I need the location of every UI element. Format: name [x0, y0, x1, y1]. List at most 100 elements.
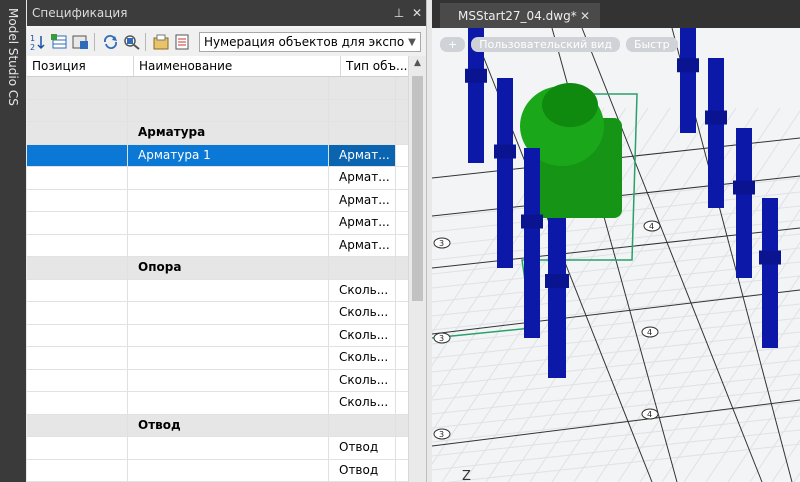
sort-icon[interactable]: 12	[29, 33, 48, 52]
group-row[interactable]: Арматура	[27, 122, 426, 145]
column-header-position[interactable]: Позиция	[27, 56, 134, 76]
column-header-name[interactable]: Наименование	[134, 56, 341, 76]
close-icon[interactable]: ✕	[408, 6, 426, 20]
support-column	[708, 58, 724, 208]
grid-axis-line	[432, 289, 800, 335]
cell-type: Армат...	[329, 234, 396, 256]
panel-titlebar: Спецификация ⊥ ✕	[27, 0, 426, 26]
cell-name	[128, 324, 329, 346]
specification-panel: Спецификация ⊥ ✕ 12 Нумерация объектов д…	[27, 0, 427, 482]
cell-type: Сколь...	[329, 279, 396, 301]
table-row[interactable]: Сколь...	[27, 279, 426, 302]
group-row[interactable]: Опора	[27, 257, 426, 280]
settings-table-icon[interactable]	[173, 33, 192, 51]
axis-node-label: 4	[647, 410, 652, 419]
numbering-mode-select[interactable]: Нумерация объектов для экспор ▼	[199, 32, 421, 52]
panel-toolbar: 12 Нумерация объектов для экспор ▼	[27, 28, 426, 56]
table-scrollbar[interactable]: ▲	[408, 56, 426, 482]
table-row[interactable]: Арматура 1 Армат...	[27, 144, 426, 167]
column-bracket	[705, 110, 727, 125]
table-row[interactable]: Сколь...	[27, 392, 426, 415]
cell-type: Армат...	[329, 212, 396, 234]
cell-position	[27, 324, 128, 346]
cell-position	[27, 369, 128, 391]
model-studio-side-tab[interactable]: Model Studio CS	[0, 0, 26, 482]
refresh-icon[interactable]	[101, 33, 120, 51]
toolbar-separator	[94, 33, 95, 51]
model-scene[interactable]: 4 4 4 3 3 3 Z + Пользовательский вид Быстр	[432, 28, 800, 482]
column-header-type[interactable]: Тип объ...	[341, 56, 414, 76]
scroll-up-icon[interactable]: ▲	[409, 58, 426, 68]
cell-type: Армат...	[329, 189, 396, 211]
document-tabbar: MSStart27_04.dwg* ✕	[432, 0, 800, 28]
table-numbering-icon[interactable]	[50, 33, 69, 51]
cell-name	[128, 99, 329, 121]
drawing-viewport: MSStart27_04.dwg* ✕ 4 4 4 3 3 3 Z + Пользовате…	[432, 0, 800, 482]
export-table-icon[interactable]	[71, 33, 90, 51]
cell-name	[128, 212, 329, 234]
grid-line	[661, 274, 800, 482]
support-column	[762, 198, 778, 348]
cell-name	[128, 459, 329, 481]
table-header: Позиция Наименование Тип объ...	[27, 56, 426, 77]
cell-type: Сколь...	[329, 347, 396, 369]
cell-type: Отвод	[329, 437, 396, 459]
table-row[interactable]: Армат...	[27, 234, 426, 257]
visual-style-button[interactable]: Быстр	[625, 37, 678, 52]
table-row[interactable]: Сколь...	[27, 324, 426, 347]
properties-icon[interactable]	[152, 33, 171, 51]
specification-table: Позиция Наименование Тип объ... Арматура…	[27, 56, 426, 482]
axis-node-label: 4	[649, 222, 654, 231]
cell-position	[27, 144, 128, 166]
table-row[interactable]: Отвод	[27, 437, 426, 460]
cell-name	[128, 437, 329, 459]
column-bracket	[545, 274, 569, 288]
table-row[interactable]	[27, 99, 426, 122]
cell-name	[128, 347, 329, 369]
support-column	[548, 218, 566, 378]
scrollbar-thumb[interactable]	[412, 76, 423, 301]
group-row[interactable]: Отвод	[27, 414, 426, 437]
svg-text:1: 1	[30, 34, 35, 43]
zoom-object-icon[interactable]	[122, 33, 141, 51]
table-row[interactable]: Сколь...	[27, 302, 426, 325]
axis-node-label: 4	[647, 328, 652, 337]
close-icon[interactable]: ✕	[580, 9, 590, 23]
cell-position	[27, 414, 128, 436]
column-bracket	[733, 180, 755, 195]
table-row[interactable]	[27, 77, 426, 100]
model-3d-view[interactable]: 4 4 4 3 3 3 Z	[432, 28, 800, 482]
cell-position	[27, 302, 128, 324]
axis-node-label: 3	[439, 239, 444, 248]
pin-icon[interactable]: ⊥	[390, 6, 408, 20]
cell-position	[27, 99, 128, 121]
cell-position	[27, 189, 128, 211]
document-tab-title: MSStart27_04.dwg*	[458, 8, 577, 23]
toolbar-separator	[145, 33, 146, 51]
table-row[interactable]: Армат...	[27, 189, 426, 212]
cell-type: Отвод	[329, 459, 396, 481]
cell-type: Армат...	[329, 144, 396, 166]
cell-name: Опора	[128, 257, 329, 279]
cell-position	[27, 167, 128, 189]
cell-position	[27, 212, 128, 234]
cell-position	[27, 234, 128, 256]
table-row[interactable]: Отвод	[27, 459, 426, 482]
table-row[interactable]: Сколь...	[27, 369, 426, 392]
chevron-down-icon[interactable]: ▼	[404, 37, 420, 48]
table-row[interactable]: Армат...	[27, 212, 426, 235]
table-row[interactable]: Армат...	[27, 167, 426, 190]
table-row[interactable]: Сколь...	[27, 347, 426, 370]
cell-name	[128, 279, 329, 301]
column-bracket	[759, 250, 781, 265]
view-preset-button[interactable]: Пользовательский вид	[471, 37, 620, 52]
cell-position	[27, 279, 128, 301]
cell-name: Арматура	[128, 122, 329, 144]
cell-position	[27, 122, 128, 144]
support-column	[736, 128, 752, 278]
document-tab[interactable]: MSStart27_04.dwg* ✕	[440, 3, 600, 28]
cell-position	[27, 77, 128, 99]
viewport-menu-button[interactable]: +	[440, 37, 466, 52]
column-bracket	[677, 58, 699, 73]
cell-name	[128, 234, 329, 256]
